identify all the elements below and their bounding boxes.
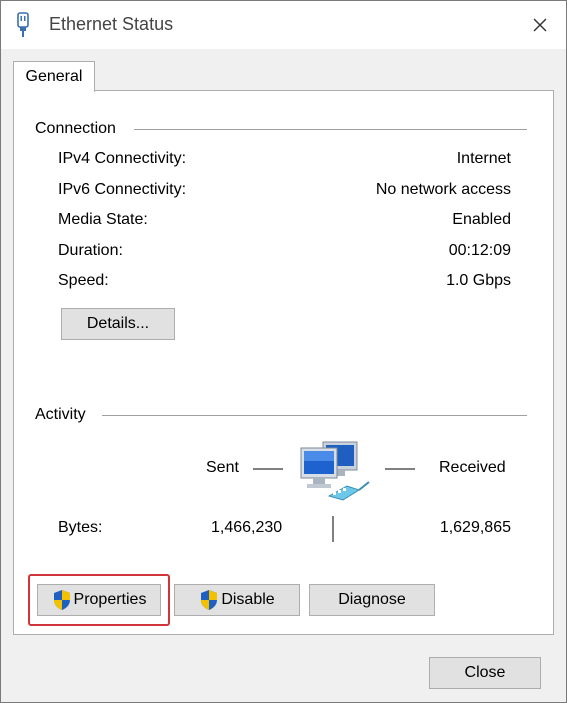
tab-general[interactable]: General — [13, 61, 95, 92]
ethernet-connector-icon — [17, 12, 29, 37]
sent-line — [253, 468, 283, 470]
sent-label: Sent — [206, 459, 239, 476]
bytes-sent-value: 1,466,230 — [211, 519, 283, 536]
activity-heading: Activity — [35, 406, 94, 424]
details-button[interactable]: Details... — [61, 308, 175, 340]
received-label: Received — [439, 459, 506, 476]
close-button[interactable]: Close — [429, 657, 541, 689]
ipv4-value: Internet — [456, 150, 511, 167]
ipv6-label: IPv6 Connectivity: — [58, 181, 187, 198]
properties-label: Properties — [73, 591, 147, 608]
bytes-divider — [332, 516, 334, 542]
activity-divider — [102, 415, 527, 416]
connection-heading: Connection — [35, 120, 124, 138]
speed-value: 1.0 Gbps — [446, 272, 511, 289]
received-line — [385, 468, 415, 470]
general-panel: Connection IPv4 Connectivity: Internet I… — [13, 90, 554, 635]
ethernet-status-window: Ethernet Status General Connection IPv4 … — [0, 0, 567, 703]
properties-button[interactable]: Properties — [37, 584, 161, 616]
duration-value: 00:12:09 — [448, 242, 511, 259]
uac-shield-icon — [53, 590, 70, 610]
network-computers-icon — [300, 441, 370, 501]
uac-shield-icon — [201, 590, 218, 610]
bytes-received-value: 1,629,865 — [439, 519, 511, 536]
bytes-label: Bytes: — [58, 519, 103, 536]
diagnose-button[interactable]: Diagnose — [309, 584, 435, 616]
disable-button[interactable]: Disable — [174, 584, 300, 616]
speed-label: Speed: — [58, 272, 109, 289]
ipv4-label: IPv4 Connectivity: — [58, 150, 187, 167]
disable-label: Disable — [221, 591, 275, 608]
title-bar: Ethernet Status — [1, 1, 566, 49]
media-state-label: Media State: — [58, 211, 148, 228]
window-title: Ethernet Status — [49, 14, 174, 34]
connection-divider — [134, 129, 527, 130]
duration-label: Duration: — [58, 242, 123, 259]
close-icon[interactable] — [524, 9, 556, 41]
ipv6-value: No network access — [375, 181, 511, 198]
media-state-value: Enabled — [452, 211, 511, 228]
